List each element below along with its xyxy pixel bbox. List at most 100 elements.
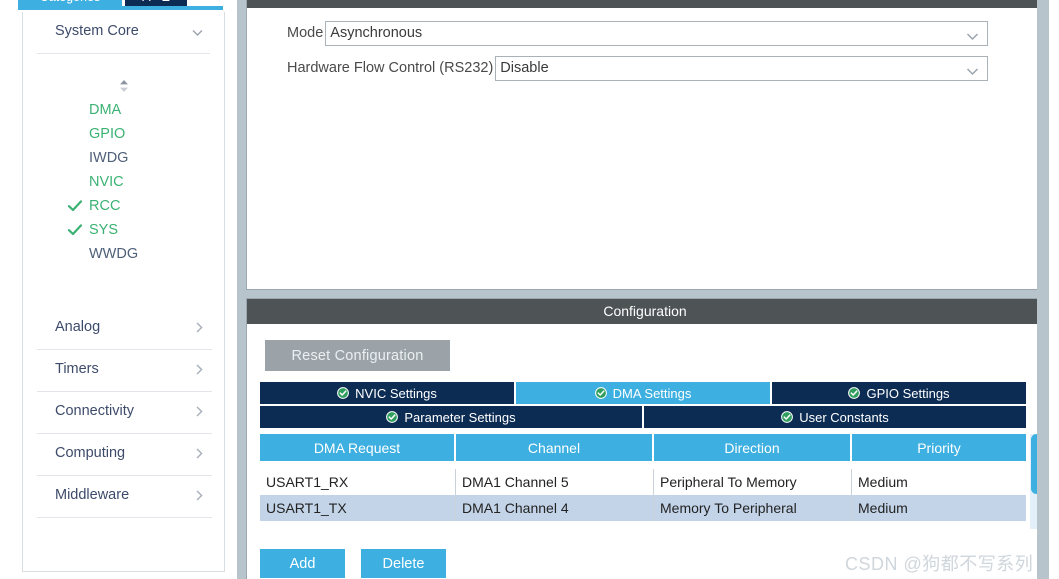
mode-panel: Mode Asynchronous Hardware Flow Control … xyxy=(246,0,1044,290)
tab-label: Parameter Settings xyxy=(404,409,516,425)
configuration-content-area: Mode Asynchronous Hardware Flow Control … xyxy=(237,0,1059,579)
check-circle-icon xyxy=(594,387,607,399)
table-row[interactable]: USART1_RX DMA1 Channel 5 Peripheral To M… xyxy=(260,469,1026,495)
peripheral-label: SYS xyxy=(89,222,119,238)
column-header-dma-request[interactable]: DMA Request xyxy=(260,434,456,461)
delete-button[interactable]: Delete xyxy=(361,549,446,578)
system-core-label: System Core xyxy=(55,23,139,39)
mode-select[interactable]: Asynchronous xyxy=(325,20,989,46)
tab-a-to-z-label: A->Z xyxy=(142,0,169,4)
mode-value: Asynchronous xyxy=(330,25,423,41)
mode-label: Mode xyxy=(287,25,324,41)
tab-label: DMA Settings xyxy=(612,385,692,401)
peripheral-sidebar: Categories A->Z System Core xyxy=(0,0,237,579)
hardware-flow-control-field-row: Hardware Flow Control (RS232) Disable xyxy=(247,55,989,81)
check-icon xyxy=(67,222,83,238)
category-label: Analog xyxy=(55,319,101,335)
tab-label: GPIO Settings xyxy=(866,385,950,401)
cell-channel: DMA1 Channel 4 xyxy=(456,495,654,521)
cell-dma-request: USART1_TX xyxy=(260,495,456,521)
panel-divider xyxy=(237,290,1059,298)
peripheral-item-rcc[interactable]: RCC xyxy=(23,194,224,218)
tab-gpio-settings[interactable]: GPIO Settings xyxy=(772,382,1026,404)
peripheral-item-wwdg[interactable]: WWDG xyxy=(23,242,224,266)
window-right-edge xyxy=(1049,0,1059,579)
category-label: Computing xyxy=(55,445,126,461)
check-circle-icon xyxy=(337,387,350,399)
sidebar-item-analog[interactable]: Analog xyxy=(37,308,212,350)
sidebar-item-middleware[interactable]: Middleware xyxy=(37,476,212,518)
check-circle-icon xyxy=(848,387,861,399)
sidebar-tabstrip: Categories A->Z xyxy=(0,0,237,10)
sidebar-item-computing[interactable]: Computing xyxy=(37,434,212,476)
category-label: Middleware xyxy=(55,487,130,503)
table-row[interactable]: USART1_TX DMA1 Channel 4 Memory To Perip… xyxy=(260,495,1026,521)
column-header-channel[interactable]: Channel xyxy=(456,434,654,461)
peripheral-list: DMA GPIO IWDG NVIC RCC SYS WWDG xyxy=(23,98,224,266)
cell-dma-request: USART1_RX xyxy=(260,469,456,495)
tab-parameter-settings[interactable]: Parameter Settings xyxy=(260,406,642,428)
window-vertical-scrollbar[interactable] xyxy=(1037,0,1049,579)
mode-panel-titlebar xyxy=(247,0,1043,8)
configuration-title: Configuration xyxy=(247,299,1043,324)
cell-channel: DMA1 Channel 5 xyxy=(456,469,654,495)
cell-direction: Memory To Peripheral xyxy=(654,495,852,521)
category-list: Analog Timers Connectivity Computing Mid… xyxy=(37,308,212,518)
tab-categories-label: Categories xyxy=(40,0,100,4)
peripheral-item-dma[interactable]: DMA xyxy=(23,98,224,122)
stm32cubemx-pinout-configuration-window: Categories A->Z System Core xyxy=(0,0,1059,579)
peripheral-item-gpio[interactable]: GPIO xyxy=(23,122,224,146)
sidebar-item-timers[interactable]: Timers xyxy=(37,350,212,392)
chevron-down-icon xyxy=(966,29,979,40)
settings-tabs: NVIC Settings DMA Settings GPIO Settings… xyxy=(260,382,1026,430)
sidebar-section-system-core[interactable]: System Core xyxy=(37,12,210,54)
sidebar-item-connectivity[interactable]: Connectivity xyxy=(37,392,212,434)
peripheral-item-nvic[interactable]: NVIC xyxy=(23,170,224,194)
chevron-down-icon[interactable] xyxy=(191,26,204,39)
category-label: Timers xyxy=(55,361,99,377)
chevron-right-icon xyxy=(193,405,206,418)
peripheral-label: GPIO xyxy=(89,126,126,142)
cell-priority: Medium xyxy=(858,474,908,490)
reset-configuration-button[interactable]: Reset Configuration xyxy=(265,340,450,371)
cell-direction: Peripheral To Memory xyxy=(654,469,852,495)
tab-dma-settings[interactable]: DMA Settings xyxy=(516,382,770,404)
settings-tab-row-2: Parameter Settings User Constants xyxy=(260,406,1026,428)
table-action-buttons: Add Delete xyxy=(260,549,446,578)
hardware-flow-control-value: Disable xyxy=(500,60,549,76)
chevron-right-icon xyxy=(193,321,206,334)
hardware-flow-control-label: Hardware Flow Control (RS232) xyxy=(287,60,494,76)
tab-nvic-settings[interactable]: NVIC Settings xyxy=(260,382,514,404)
peripheral-item-iwdg[interactable]: IWDG xyxy=(23,146,224,170)
add-button[interactable]: Add xyxy=(260,549,345,578)
hardware-flow-control-select[interactable]: Disable xyxy=(495,55,989,81)
configuration-panel: Configuration Reset Configuration NVIC S… xyxy=(246,298,1044,579)
peripheral-label: IWDG xyxy=(89,150,129,166)
chevron-right-icon xyxy=(193,363,206,376)
settings-tab-row-1: NVIC Settings DMA Settings GPIO Settings xyxy=(260,382,1026,404)
category-label: Connectivity xyxy=(55,403,134,419)
sidebar-panel: System Core DMA GPIO IWDG NVIC RCC SYS W… xyxy=(22,12,225,572)
peripheral-label: NVIC xyxy=(89,174,124,190)
column-header-direction[interactable]: Direction xyxy=(654,434,852,461)
peripheral-label: WWDG xyxy=(89,246,139,262)
cell-priority: Medium xyxy=(858,500,908,516)
chevron-down-icon xyxy=(966,64,979,75)
dma-request-table: DMA Request Channel Direction Priority U… xyxy=(260,434,1026,529)
peripheral-label: DMA xyxy=(89,102,122,118)
tabstrip-underline xyxy=(18,6,223,10)
table-header-row: DMA Request Channel Direction Priority xyxy=(260,434,1026,461)
table-spacer xyxy=(260,461,1026,469)
sort-spinner-icon[interactable] xyxy=(116,78,132,94)
check-icon xyxy=(67,198,83,214)
tab-label: NVIC Settings xyxy=(355,385,437,401)
tab-user-constants[interactable]: User Constants xyxy=(644,406,1026,428)
peripheral-item-sys[interactable]: SYS xyxy=(23,218,224,242)
column-header-priority[interactable]: Priority xyxy=(852,434,1026,461)
check-circle-icon xyxy=(386,411,399,423)
peripheral-label: RCC xyxy=(89,198,121,214)
check-circle-icon xyxy=(781,411,794,423)
mode-field-row: Mode Asynchronous xyxy=(247,20,989,46)
tab-label: User Constants xyxy=(799,409,889,425)
chevron-right-icon xyxy=(193,489,206,502)
